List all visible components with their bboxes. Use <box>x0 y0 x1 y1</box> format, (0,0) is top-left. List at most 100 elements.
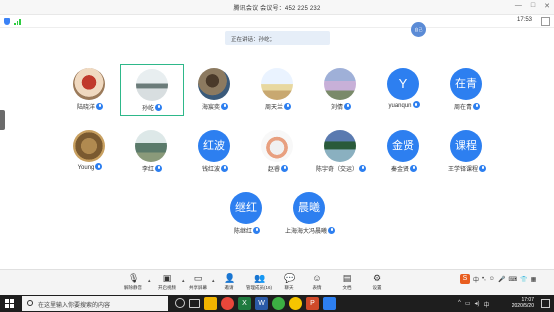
input-language-icon[interactable]: 中 <box>484 300 490 309</box>
participant-tile[interactable]: 海宸奕 <box>183 64 247 116</box>
speaking-indicator: 正在讲话：孙屹； <box>225 31 330 45</box>
document-icon: ▤ <box>342 273 352 283</box>
wechat-icon[interactable] <box>272 297 285 310</box>
minimize-button[interactable]: — <box>515 2 522 10</box>
participant-tile[interactable]: 孙屹 <box>120 64 184 116</box>
participant-name-row: yuanqun <box>372 101 436 109</box>
meeting-duration: 17:53 <box>516 17 532 23</box>
participant-avatar: 红波 <box>198 130 230 162</box>
participant-tile[interactable]: 陈宇奇（交运） <box>309 126 373 178</box>
invite-button[interactable]: 👤 邀请 <box>214 274 244 291</box>
members-icon: 👥 <box>254 273 266 283</box>
participant-name: 孙屹 <box>141 106 154 112</box>
participant-avatar: 金贤 <box>387 130 419 162</box>
word-icon[interactable]: W <box>255 297 268 310</box>
mic-status-icon <box>410 164 417 172</box>
unmute-button[interactable]: 🎙 解除静音 <box>118 274 148 291</box>
cortana-icon[interactable] <box>175 298 185 308</box>
tencent-meeting-icon[interactable] <box>323 297 336 310</box>
mic-status-icon <box>253 226 260 234</box>
participant-name: 秦金贤 <box>390 167 409 173</box>
browser-icon[interactable] <box>289 297 302 310</box>
participant-avatar: 继红 <box>230 192 262 224</box>
participant-avatar: 课程 <box>450 130 482 162</box>
participant-tile[interactable]: Young <box>58 126 122 178</box>
audio-options-caret[interactable]: ▴ <box>148 278 151 284</box>
camera-icon: ▣ <box>162 273 172 283</box>
volume-icon[interactable]: ◂) <box>475 300 480 309</box>
participant-name: 陈继红 <box>233 229 252 235</box>
network-icon[interactable]: ▭ <box>465 300 471 309</box>
emoji-ime-icon[interactable]: ☺ <box>489 276 495 282</box>
sogou-ime-icon[interactable]: S <box>460 274 470 284</box>
fullscreen-icon[interactable] <box>541 17 550 26</box>
invite-icon: 👤 <box>224 273 236 283</box>
chat-button[interactable]: 💬 聊天 <box>274 274 304 291</box>
participant-tile[interactable]: 在青 周在青 <box>435 64 499 116</box>
tools-icon[interactable]: ▦ <box>531 276 537 283</box>
action-center-icon[interactable] <box>541 299 550 308</box>
share-screen-button[interactable]: ▭ 共享屏幕 <box>183 274 213 291</box>
signal-strength-icon[interactable] <box>14 18 21 25</box>
participant-tile[interactable]: 李红 <box>120 126 184 178</box>
ime-toolbar: S 中 •, ☺ 🎤 ⌨ 👕 ▦ <box>460 272 554 286</box>
self-view-badge[interactable]: 自己 <box>411 22 426 37</box>
meeting-info-bar: 17:53 <box>0 15 554 28</box>
mic-status-icon <box>281 164 288 172</box>
close-button[interactable]: ✕ <box>544 2 550 10</box>
voice-input-icon[interactable]: 🎤 <box>498 276 505 283</box>
participant-avatar: 晨曦 <box>293 192 325 224</box>
participant-tile[interactable]: 周天兰 <box>246 64 310 116</box>
participant-avatar <box>73 130 105 162</box>
taskbar-search-box[interactable]: 在这里输入你要搜索的内容 <box>22 296 168 311</box>
punctuation-icon[interactable]: •, <box>482 276 486 282</box>
keyboard-icon[interactable]: ⌨ <box>508 276 517 283</box>
participant-name-row: 海宸奕 <box>183 102 247 111</box>
chrome-icon[interactable] <box>221 297 234 310</box>
title-bar: 腾讯会议 会议号：452 225 232 — □ ✕ <box>0 0 554 15</box>
participant-tile[interactable]: 红波 钱红波 <box>183 126 247 178</box>
share-screen-icon: ▭ <box>193 273 203 283</box>
mic-status-icon <box>221 164 228 172</box>
settings-button[interactable]: ⚙ 设置 <box>362 274 392 291</box>
participant-name-row: 王学铎课程 <box>435 164 499 173</box>
taskbar-clock[interactable]: 17:07 2020/5/20 <box>512 297 534 309</box>
participant-avatar <box>261 130 293 162</box>
skin-icon[interactable]: 👕 <box>520 276 527 283</box>
participant-tile[interactable]: 金贤 秦金贤 <box>372 126 436 178</box>
windows-taskbar: 在这里输入你要搜索的内容 X W P ^ ▭ ◂) 中 17:07 2020/5… <box>0 295 554 312</box>
participant-tile[interactable]: Yyuanqun <box>372 64 436 116</box>
mic-status-icon <box>479 164 486 172</box>
participant-tile[interactable]: 晨曦上海海大冯晨曦 <box>278 188 342 240</box>
participant-name-row: 秦金贤 <box>372 164 436 173</box>
mic-status-icon <box>359 164 366 172</box>
mic-status-icon <box>155 103 162 111</box>
participant-tile[interactable]: 赵睿 <box>246 126 310 178</box>
start-video-button[interactable]: ▣ 开启视频 <box>152 274 182 291</box>
tray-expand-icon[interactable]: ^ <box>458 300 461 309</box>
participant-name: 刘倩 <box>330 105 343 111</box>
participant-tile[interactable]: 课程 王学铎课程 <box>435 126 499 178</box>
emoji-button[interactable]: ☺ 表情 <box>302 274 332 291</box>
settings-icon: ⚙ <box>372 273 382 283</box>
document-button[interactable]: ▤ 文档 <box>332 274 362 291</box>
ime-mode[interactable]: 中 <box>473 275 479 284</box>
participant-name: 上海海大冯晨曦 <box>284 229 327 235</box>
participant-tile[interactable]: 刘倩 <box>309 64 373 116</box>
participant-tile[interactable]: 继红 陈继红 <box>215 188 279 240</box>
participant-name: 陈宇奇（交运） <box>315 167 358 173</box>
participant-avatar <box>261 68 293 100</box>
file-explorer-icon[interactable] <box>204 297 217 310</box>
side-panel-handle[interactable] <box>0 110 5 130</box>
manage-members-button[interactable]: 👥 管理成员(16) <box>244 274 274 291</box>
mic-status-icon <box>96 102 103 110</box>
participant-avatar: 在青 <box>450 68 482 100</box>
security-shield-icon[interactable] <box>4 18 10 25</box>
excel-icon[interactable]: X <box>238 297 251 310</box>
task-view-icon[interactable] <box>189 299 200 308</box>
participant-tile[interactable]: 陆晓洋 <box>58 64 122 116</box>
powerpoint-icon[interactable]: P <box>306 297 319 310</box>
mic-status-icon <box>473 102 480 110</box>
windows-start-icon[interactable] <box>5 299 14 308</box>
maximize-button[interactable]: □ <box>531 2 535 10</box>
